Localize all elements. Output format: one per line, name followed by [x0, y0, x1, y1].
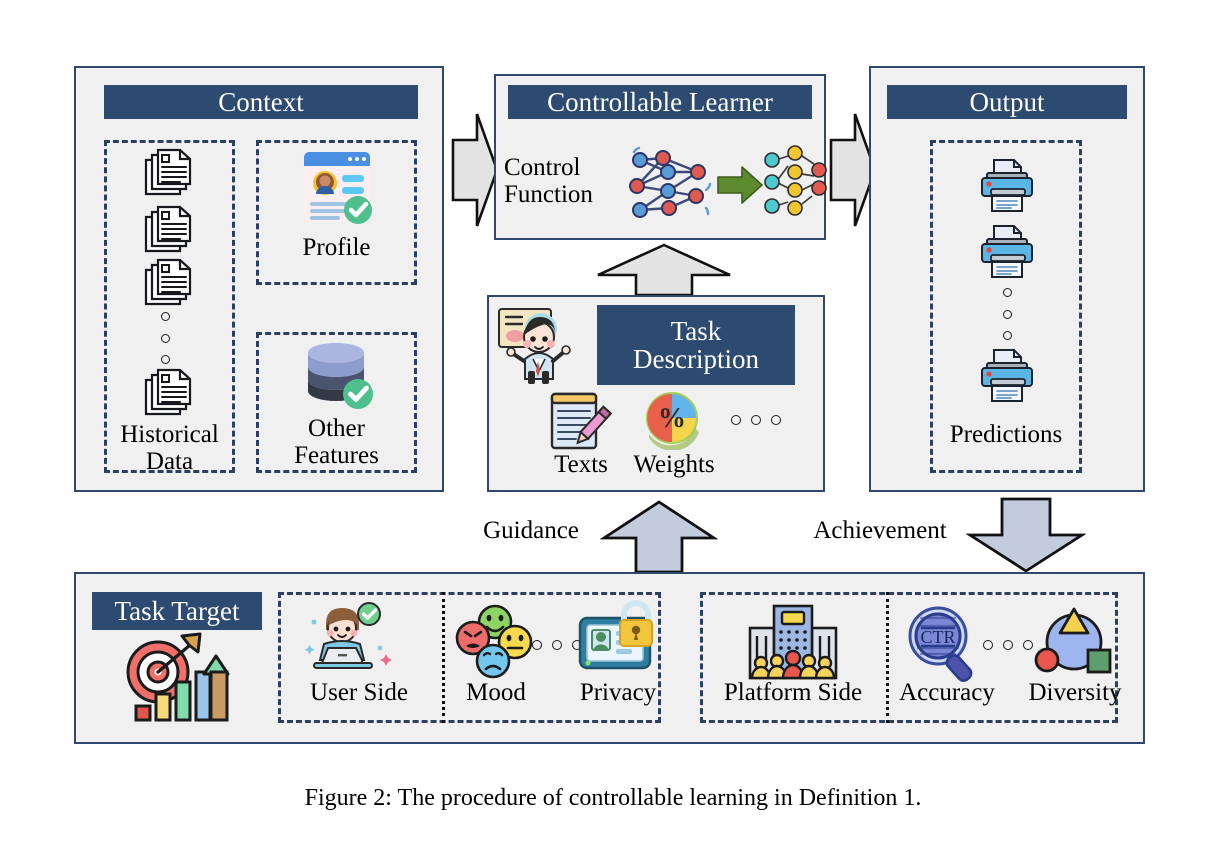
- profile-card-icon: [300, 148, 374, 226]
- documents-stack-icon: [140, 258, 196, 308]
- shapes-diversity-icon: [1034, 606, 1114, 680]
- user-side-label: User Side: [310, 679, 408, 706]
- texts-label: Texts: [554, 451, 608, 478]
- task-description-title: Task Description: [597, 305, 795, 385]
- percent-pie-icon: %: [641, 390, 703, 450]
- privacy-label: Privacy: [579, 679, 657, 706]
- controllable-learner-title: Controllable Learner: [508, 85, 812, 119]
- ctr-magnifier-icon: CTR: [904, 604, 986, 684]
- presenter-person-icon: [497, 303, 579, 385]
- green-right-arrow-icon: [716, 164, 764, 206]
- documents-stack-icon: [140, 368, 196, 418]
- down-arrow-achievement: [966, 495, 1086, 573]
- notepad-pencil-icon: [546, 390, 612, 452]
- user-laptop-check-icon: [296, 600, 392, 678]
- guidance-label: Guidance: [483, 517, 579, 544]
- output-title: Output: [887, 85, 1127, 119]
- up-arrow-task-to-learner: [594, 243, 734, 297]
- neural-network-icon: [628, 146, 714, 222]
- mood-faces-icon: [452, 604, 538, 688]
- database-check-icon: [302, 340, 376, 412]
- printer-icon: [978, 224, 1036, 280]
- historical-data-ellipsis: [159, 312, 171, 364]
- printer-icon: [978, 158, 1036, 214]
- figure-canvas: Context Historical Data Profile Other Fe…: [0, 0, 1226, 856]
- id-card-lock-icon: [576, 600, 660, 678]
- chevron-right-arrow-context-to-learner: [451, 112, 499, 228]
- context-title: Context: [104, 85, 418, 119]
- predictions-label: Predictions: [949, 421, 1063, 448]
- profile-label: Profile: [302, 234, 371, 261]
- control-function-label: Control Function: [504, 154, 593, 208]
- accuracy-label: Accuracy: [899, 679, 995, 706]
- figure-caption: Figure 2: The procedure of controllable …: [304, 785, 922, 811]
- other-features-label: Other Features: [294, 415, 379, 469]
- mood-label: Mood: [466, 679, 526, 706]
- node-flow-icon: [762, 144, 828, 224]
- historical-data-label: Historical Data: [120, 421, 219, 475]
- documents-stack-icon: [140, 205, 196, 255]
- svg-text:%: %: [658, 403, 686, 434]
- documents-stack-icon: [140, 148, 196, 198]
- task-target-title: Task Target: [92, 592, 262, 630]
- predictions-ellipsis: [1001, 288, 1013, 340]
- achievement-label: Achievement: [813, 517, 947, 544]
- task-description-ellipsis: [731, 415, 781, 425]
- building-people-icon: [744, 602, 842, 682]
- user-side-ellipsis: [532, 640, 582, 650]
- diversity-label: Diversity: [1028, 679, 1122, 706]
- up-arrow-guidance: [600, 500, 718, 574]
- user-side-separator: [442, 592, 445, 723]
- platform-side-label: Platform Side: [723, 679, 863, 706]
- target-growth-icon: [120, 632, 230, 724]
- weights-label: Weights: [633, 451, 715, 478]
- platform-side-ellipsis: [983, 640, 1033, 650]
- printer-icon: [978, 348, 1036, 404]
- svg-text:CTR: CTR: [920, 627, 955, 647]
